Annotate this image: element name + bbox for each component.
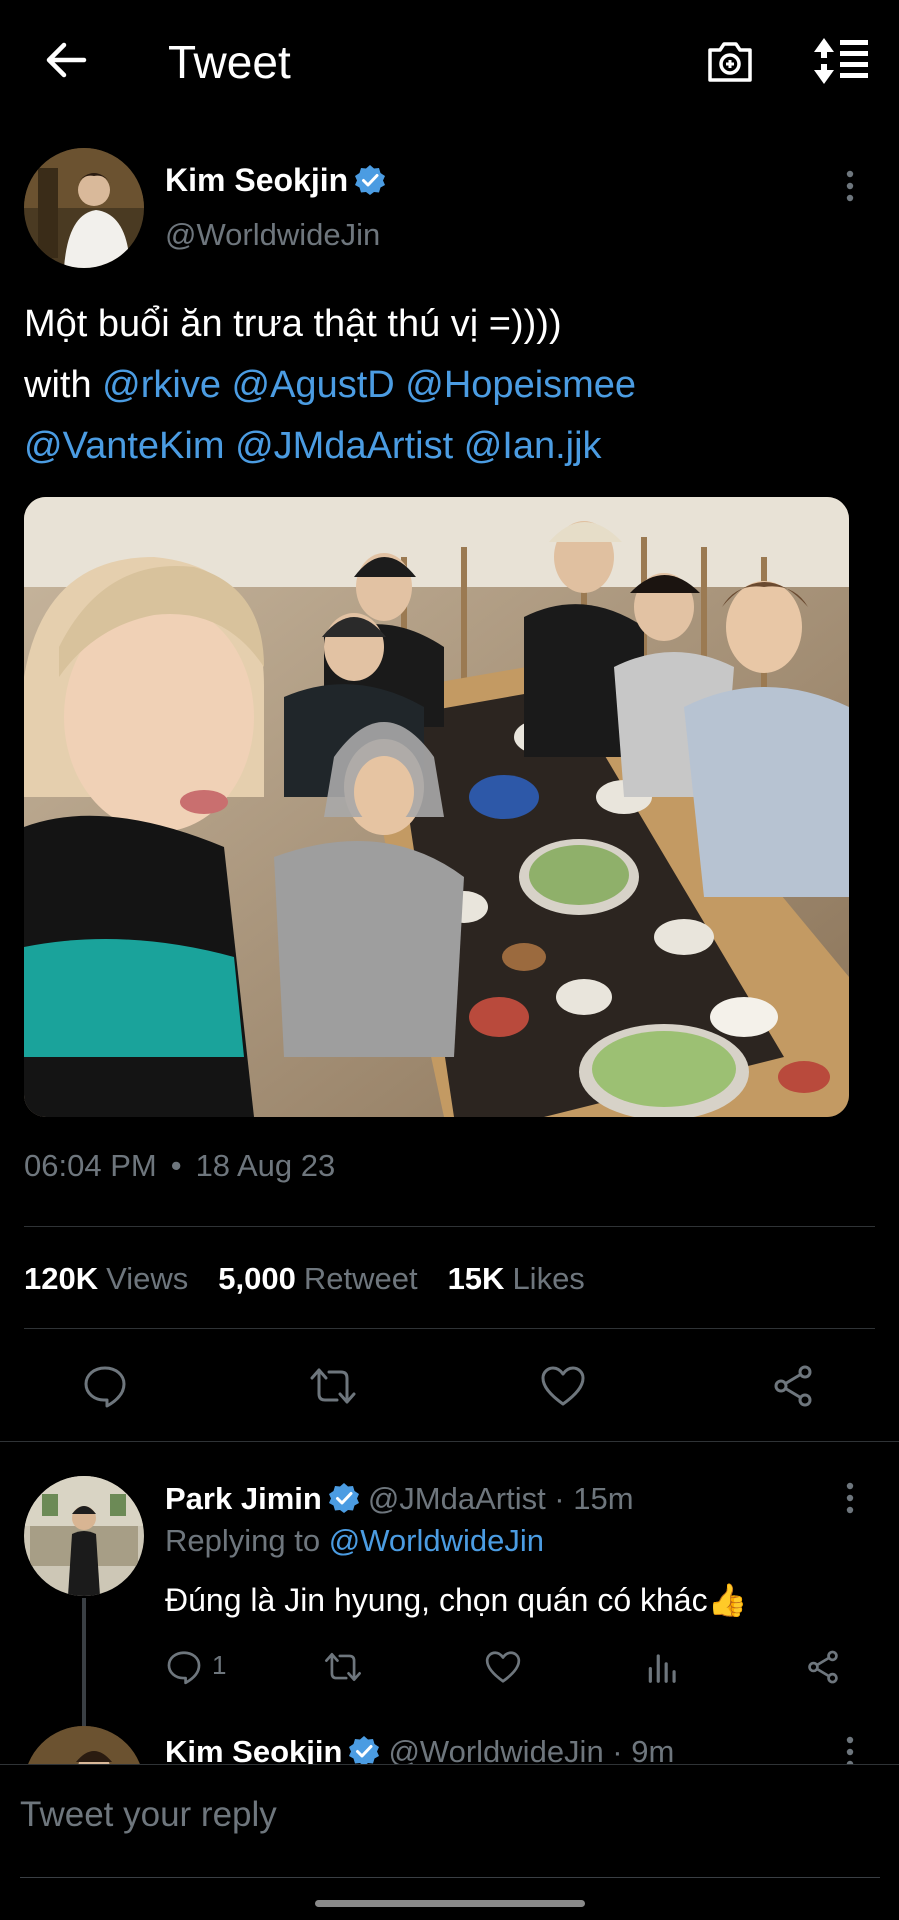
verified-icon [354,164,386,196]
more-icon[interactable] [838,1480,862,1516]
like-icon[interactable] [539,1362,587,1410]
reply-icon[interactable] [81,1362,129,1410]
tweet-date: 18 Aug 23 [195,1148,336,1183]
retweets-count[interactable]: 5,000 [218,1261,296,1296]
author-name[interactable]: Kim Seokjin [165,160,386,200]
verified-icon [328,1482,360,1514]
next-reply-author-name[interactable]: Kim Seokjin [165,1734,342,1764]
divider [0,1441,899,1442]
next-reply-author-handle[interactable]: @WorldwideJin · 9m [388,1734,674,1764]
reply-count: 1 [212,1650,227,1680]
retweet-icon[interactable] [309,1362,357,1410]
composer-underline [20,1877,880,1878]
mention-link[interactable]: @Ian.jjk [464,425,602,467]
reply-icon[interactable] [165,1648,203,1686]
avatar[interactable] [24,1476,144,1596]
top-bar: Tweet [0,0,899,125]
tweet-mentions-line: @VanteKim @JMdaArtist @Ian.jjk [24,416,864,477]
reply-header: Park Jimin @JMdaArtist · 15m [165,1479,634,1519]
analytics-icon[interactable] [644,1648,682,1686]
divider [24,1328,875,1329]
page-title: Tweet [168,36,291,88]
home-indicator[interactable] [315,1900,585,1907]
reply-text: Đúng là Jin hyung, chọn quán có khác👍 [165,1582,748,1618]
mention-link[interactable]: @JMdaArtist [235,425,453,467]
divider [24,1226,875,1227]
tweet-time: 06:04 PM [24,1148,157,1183]
reply-composer [0,1764,899,1886]
replying-to-prefix: Replying to [165,1523,321,1558]
next-reply-header: Kim Seokjin @WorldwideJin · 9m [165,1732,674,1764]
replying-to: Replying to @WorldwideJin [165,1521,544,1561]
verified-icon [348,1735,380,1764]
views-count: 120K [24,1261,99,1296]
tweet-stats: 120K Views 5,000 Retweet 15K Likes [24,1259,615,1299]
reply-author-handle[interactable]: @JMdaArtist · 15m [368,1481,634,1516]
views-label: Views [106,1261,189,1296]
back-arrow-icon[interactable] [40,34,92,86]
likes-label[interactable]: Likes [512,1261,584,1296]
mention-link[interactable]: @VanteKim [24,425,225,467]
retweet-icon[interactable] [324,1648,362,1686]
more-icon[interactable] [838,1734,862,1764]
sort-icon[interactable] [812,34,872,88]
mention-link[interactable]: @Hopeismee [405,364,636,406]
like-icon[interactable] [484,1648,522,1686]
avatar[interactable] [24,1726,144,1764]
camera-icon[interactable] [704,36,756,88]
retweets-label[interactable]: Retweet [304,1261,418,1296]
author-name-text: Kim Seokjin [165,162,349,198]
share-icon[interactable] [769,1362,817,1410]
reply-author-name[interactable]: Park Jimin [165,1481,322,1516]
tweet-photo[interactable] [24,497,849,1117]
author-handle[interactable]: @WorldwideJin [165,215,380,255]
tweet-mentions-line: with @rkive @AgustD @Hopeismee [24,355,864,416]
with-word: with [24,364,92,406]
mention-link[interactable]: @AgustD [232,364,395,406]
meta-separator: • [170,1148,182,1183]
thread-line [82,1598,86,1726]
avatar[interactable] [24,148,144,268]
likes-count[interactable]: 15K [448,1261,505,1296]
tweet-text: Một buổi ăn trưa thật thú vị =)))) with … [24,294,864,477]
more-icon[interactable] [838,168,862,204]
replying-to-handle[interactable]: @WorldwideJin [329,1523,544,1558]
share-icon[interactable] [804,1648,842,1686]
reply-input[interactable] [20,1795,880,1835]
mention-link[interactable]: @rkive [102,364,221,406]
tweet-text-line: Một buổi ăn trưa thật thú vị =)))) [24,303,562,345]
tweet-timestamp: 06:04 PM • 18 Aug 23 [24,1146,335,1186]
next-reply[interactable]: Kim Seokjin @WorldwideJin · 9m [0,1720,899,1764]
